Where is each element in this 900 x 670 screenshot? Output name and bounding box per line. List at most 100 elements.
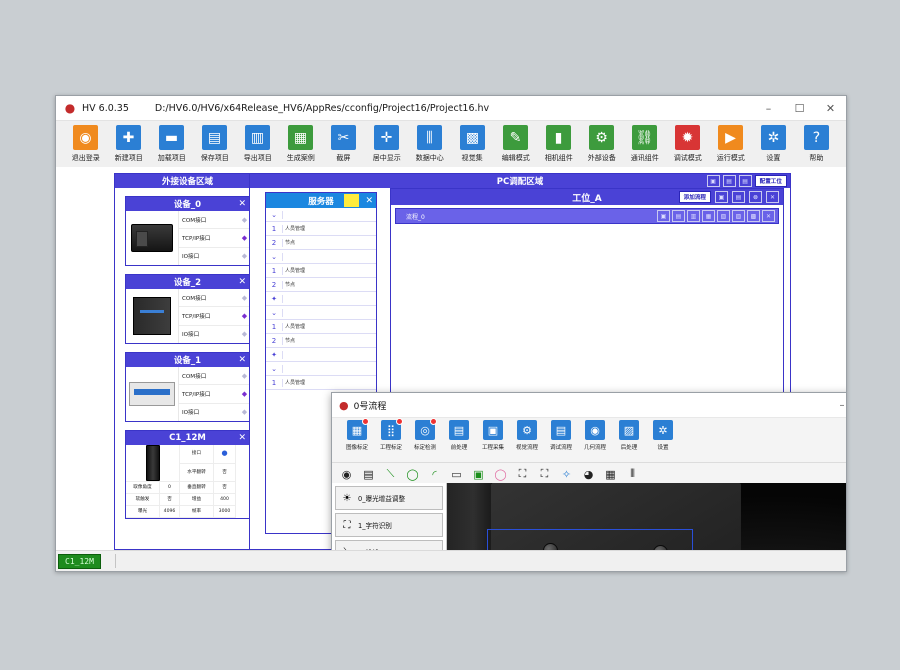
camera-status-chip[interactable]: C1_12M bbox=[58, 554, 101, 569]
toolbar-item-11[interactable]: ▮相机组件 bbox=[537, 125, 580, 163]
server-row[interactable]: ⌄ bbox=[266, 362, 376, 376]
toolbar-item-4[interactable]: ▥导出项目 bbox=[236, 125, 279, 163]
device-close-icon[interactable]: ✕ bbox=[238, 199, 246, 209]
toolbar-item-7[interactable]: ✛居中显示 bbox=[365, 125, 408, 163]
flow-control-button-7[interactable]: ✕ bbox=[762, 210, 775, 222]
server-row[interactable]: ⌄ bbox=[266, 250, 376, 264]
flow-control-button-2[interactable]: ▥ bbox=[687, 210, 700, 222]
device-port[interactable]: COM接口◆ bbox=[179, 367, 249, 385]
barcode-icon[interactable]: ⦀ bbox=[624, 466, 641, 483]
workstation-btn-1[interactable]: ▣ bbox=[715, 191, 728, 203]
device-port[interactable]: TCP/IP接口◆ bbox=[179, 229, 249, 247]
port-connector-dot[interactable]: ◆ bbox=[240, 372, 249, 380]
configure-workstation-button[interactable]: 配置工位 bbox=[755, 175, 787, 187]
flow-control-button-5[interactable]: ▨ bbox=[732, 210, 745, 222]
port-connector-dot[interactable]: ◆ bbox=[240, 294, 249, 302]
flow-toolbar-item-6[interactable]: ▤调试流程 bbox=[544, 420, 578, 451]
server-row-icon[interactable]: 1 bbox=[266, 267, 283, 275]
circle-find-icon[interactable]: ◯ bbox=[492, 466, 509, 483]
server-row-icon[interactable]: ⌄ bbox=[266, 309, 283, 317]
device-port[interactable]: COM接口◆ bbox=[179, 289, 249, 307]
server-row[interactable]: 2节点 bbox=[266, 236, 376, 250]
server-row-icon[interactable]: 2 bbox=[266, 239, 283, 247]
device-port[interactable]: IO接口◆ bbox=[179, 326, 249, 343]
flow-control-button-0[interactable]: ▣ bbox=[657, 210, 670, 222]
flow-toolbar-item-3[interactable]: ▤前处理 bbox=[442, 420, 476, 451]
flow-toolbar-item-2[interactable]: ◎标定检测 bbox=[408, 420, 442, 451]
pc-zone-btn-3[interactable]: ▤ bbox=[739, 175, 752, 187]
flow-toolbar-item-5[interactable]: ⚙视觉流程 bbox=[510, 420, 544, 451]
port-connector-dot[interactable]: ◆ bbox=[240, 330, 249, 338]
histogram-icon[interactable]: ▤ bbox=[360, 466, 377, 483]
toolbar-item-9[interactable]: ▩视觉集 bbox=[451, 125, 494, 163]
flow-step-item-1[interactable]: ⛶1_字符识别 bbox=[335, 513, 443, 537]
toolbar-item-5[interactable]: ▦生成案例 bbox=[279, 125, 322, 163]
server-row-icon[interactable]: 2 bbox=[266, 281, 283, 289]
close-button[interactable]: ✕ bbox=[815, 96, 846, 120]
minimize-button[interactable]: – bbox=[753, 96, 784, 120]
server-row[interactable]: 1人员管理 bbox=[266, 320, 376, 334]
workstation-btn-3[interactable]: ⊜ bbox=[749, 191, 762, 203]
flow-toolbar-item-9[interactable]: ✲设置 bbox=[646, 420, 680, 451]
device-port[interactable]: TCP/IP接口◆ bbox=[179, 307, 249, 325]
image-search-icon[interactable]: ◕ bbox=[580, 466, 597, 483]
device-card[interactable]: 设备_2✕COM接口◆TCP/IP接口◆IO接口◆ bbox=[125, 274, 250, 344]
maximize-button[interactable]: ☐ bbox=[784, 96, 815, 120]
device-port[interactable]: IO接口◆ bbox=[179, 404, 249, 421]
flow-minimize-button[interactable]: – bbox=[829, 393, 846, 417]
contour-match-icon[interactable]: ✧ bbox=[558, 466, 575, 483]
server-row-icon[interactable]: 1 bbox=[266, 323, 283, 331]
device-port[interactable]: TCP/IP接口◆ bbox=[179, 385, 249, 403]
workstation-close-icon[interactable]: ✕ bbox=[766, 191, 779, 203]
device-close-icon[interactable]: ✕ bbox=[238, 277, 246, 287]
pc-zone-btn-1[interactable]: ▣ bbox=[707, 175, 720, 187]
server-row[interactable]: ⌄ bbox=[266, 208, 376, 222]
flow-toolbar-item-1[interactable]: ⣿工程标定 bbox=[374, 420, 408, 451]
flow-control-button-3[interactable]: ▦ bbox=[702, 210, 715, 222]
flow-toolbar-item-4[interactable]: ▣工程采集 bbox=[476, 420, 510, 451]
toolbar-item-13[interactable]: ⛓通讯组件 bbox=[623, 125, 666, 163]
port-connector-dot[interactable]: ◆ bbox=[240, 408, 249, 416]
find-circle-icon[interactable]: ◯ bbox=[404, 466, 421, 483]
toolbar-item-1[interactable]: ✚新建项目 bbox=[107, 125, 150, 163]
server-row-icon[interactable]: ✦ bbox=[266, 351, 283, 359]
port-connector-dot[interactable]: ◆ bbox=[240, 252, 249, 260]
server-row-icon[interactable]: 1 bbox=[266, 379, 283, 387]
device-port[interactable]: IO接口◆ bbox=[179, 248, 249, 265]
flow-toolbar-item-7[interactable]: ◉几何流程 bbox=[578, 420, 612, 451]
toolbar-item-12[interactable]: ⚙外部设备 bbox=[580, 125, 623, 163]
flow-control-button-1[interactable]: ▤ bbox=[672, 210, 685, 222]
flow-step-item-0[interactable]: ☀0_曝光增益调整 bbox=[335, 486, 443, 510]
toolbar-item-10[interactable]: ✎编辑模式 bbox=[494, 125, 537, 163]
device-card[interactable]: 设备_1✕COM接口◆TCP/IP接口◆IO接口◆ bbox=[125, 352, 250, 422]
add-flow-button[interactable]: 添加流程 bbox=[679, 191, 711, 203]
toolbar-item-14[interactable]: ✹调试模式 bbox=[666, 125, 709, 163]
server-row[interactable]: ✦ bbox=[266, 348, 376, 362]
toolbar-item-17[interactable]: ?帮助 bbox=[795, 125, 838, 163]
device-close-icon[interactable]: ✕ bbox=[238, 355, 246, 365]
aperture-icon[interactable]: ◉ bbox=[338, 466, 355, 483]
port-connector-dot[interactable]: ◆ bbox=[240, 312, 249, 320]
template-match-icon[interactable]: ⛶ bbox=[514, 466, 531, 483]
image-viewer[interactable]: 03/2022 3_轮廓模板匹配 耗时：27.4228 ms2_找线 耗时：15… bbox=[447, 483, 846, 551]
server-row[interactable]: 2节点 bbox=[266, 278, 376, 292]
flow-toolbar-item-8[interactable]: ▨后处理 bbox=[612, 420, 646, 451]
server-close-icon[interactable]: ✕ bbox=[365, 196, 373, 206]
port-connector-dot[interactable]: ◆ bbox=[240, 234, 249, 242]
port-connector-dot[interactable]: ◆ bbox=[240, 216, 249, 224]
toolbar-item-16[interactable]: ✲设置 bbox=[752, 125, 795, 163]
toolbar-item-6[interactable]: ✂截屏 bbox=[322, 125, 365, 163]
toolbar-item-3[interactable]: ▤保存项目 bbox=[193, 125, 236, 163]
toolbar-item-15[interactable]: ▶运行模式 bbox=[709, 125, 752, 163]
flow-toolbar-item-0[interactable]: ▦图像标定 bbox=[340, 420, 374, 451]
server-row[interactable]: 2节点 bbox=[266, 334, 376, 348]
device-card[interactable]: 设备_0✕COM接口◆TCP/IP接口◆IO接口◆ bbox=[125, 196, 250, 266]
workstation-btn-2[interactable]: ▤ bbox=[732, 191, 745, 203]
port-connector-dot[interactable]: ◆ bbox=[240, 390, 249, 398]
server-row-icon[interactable]: 2 bbox=[266, 337, 283, 345]
flow-row[interactable]: 流程_0 ▣▤▥▦▧▨▩✕ bbox=[395, 208, 779, 224]
device-port[interactable]: COM接口◆ bbox=[179, 211, 249, 229]
flow-control-button-6[interactable]: ▩ bbox=[747, 210, 760, 222]
server-row-icon[interactable]: ⌄ bbox=[266, 253, 283, 261]
pc-zone-btn-2[interactable]: ▤ bbox=[723, 175, 736, 187]
